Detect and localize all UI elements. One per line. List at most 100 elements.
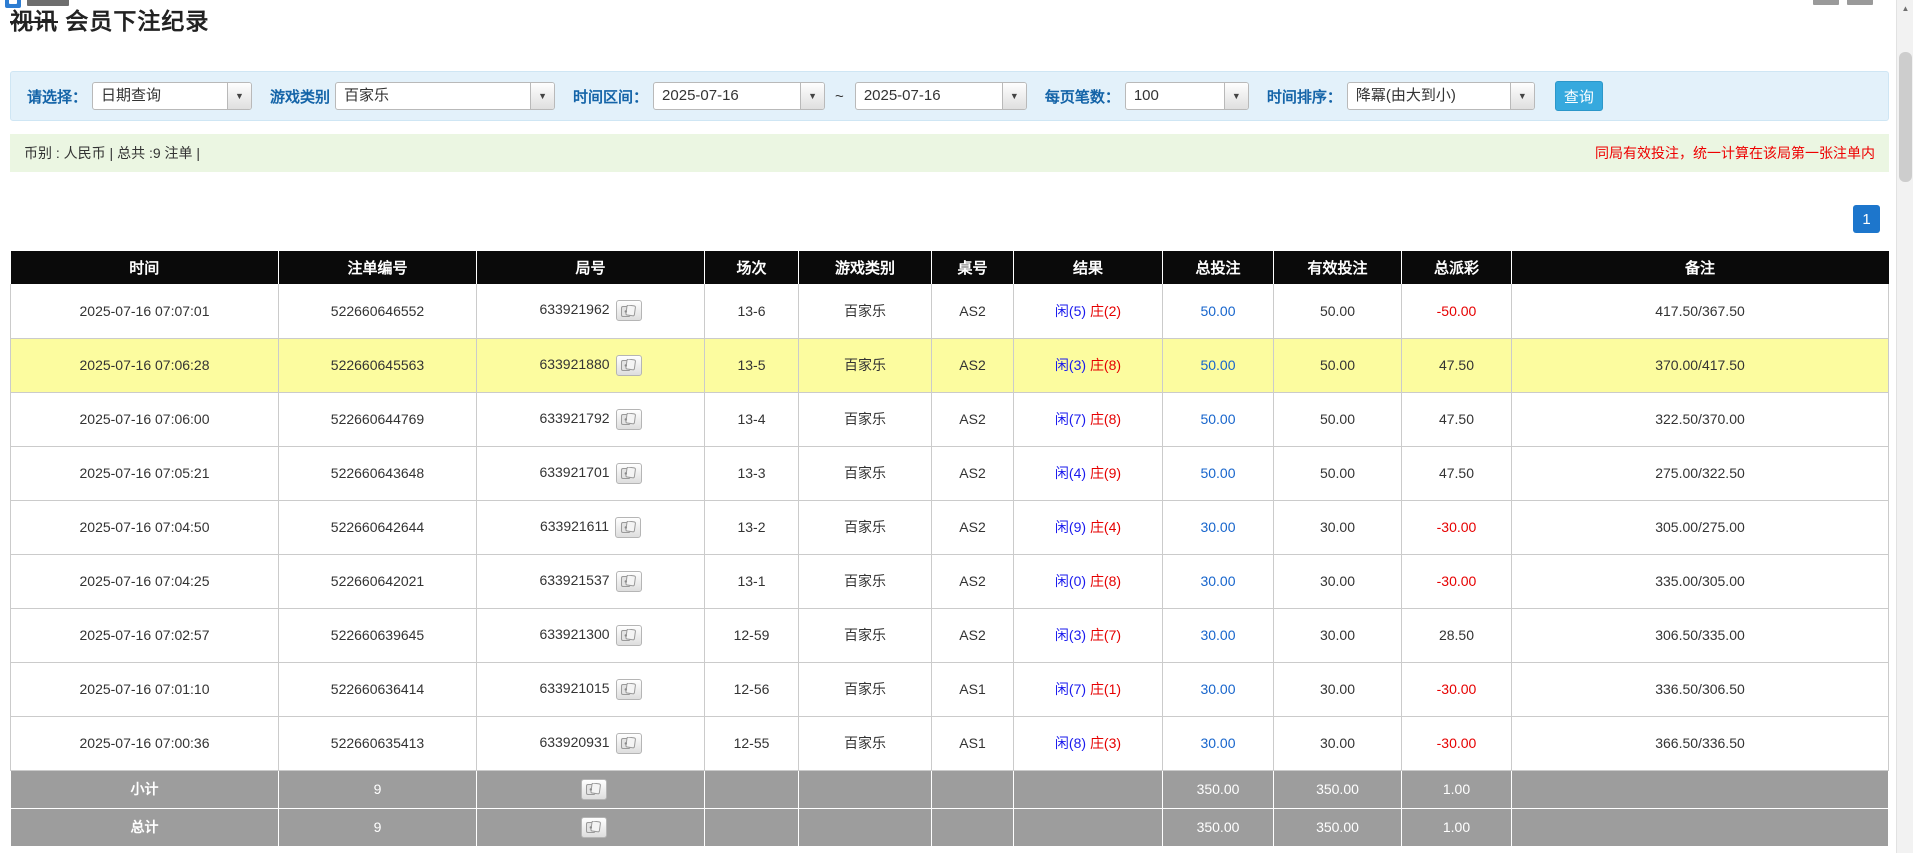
cell-session: 13-4	[705, 392, 799, 446]
cell-round: 633921792	[477, 392, 705, 446]
cell-round: 633921015	[477, 662, 705, 716]
total-bet-link[interactable]: 30.00	[1200, 519, 1235, 535]
cell-bet-id: 522660635413	[279, 716, 477, 770]
clipped-toolbar-fragment	[1813, 0, 1873, 5]
cell-valid-bet: 30.00	[1274, 500, 1402, 554]
total-bet-link[interactable]: 50.00	[1200, 357, 1235, 373]
search-button[interactable]: 查询	[1555, 81, 1603, 111]
date-from-value: 2025-07-16	[654, 83, 800, 109]
cell-time: 2025-07-16 07:04:25	[11, 554, 279, 608]
round-replay-icon[interactable]	[616, 300, 642, 321]
chevron-down-icon[interactable]: ▼	[530, 83, 554, 109]
footer-empty	[1014, 770, 1163, 808]
round-replay-icon[interactable]	[615, 517, 641, 538]
cell-result: 闲(5) 庄(2)	[1014, 284, 1163, 338]
round-replay-icon[interactable]	[616, 571, 642, 592]
scrollbar-thumb[interactable]	[1899, 52, 1912, 182]
cell-payout: -30.00	[1402, 500, 1512, 554]
cell-table-no: AS2	[932, 446, 1014, 500]
cell-round: 633920931	[477, 716, 705, 770]
cell-table-no: AS2	[932, 500, 1014, 554]
round-replay-icon[interactable]	[616, 355, 642, 376]
cell-session: 13-5	[705, 338, 799, 392]
round-replay-icon[interactable]	[581, 779, 607, 800]
bet-record-row: 2025-07-16 07:02:57522660639645633921300…	[11, 608, 1889, 662]
total-bet-link[interactable]: 30.00	[1200, 735, 1235, 751]
total-bet-link[interactable]: 30.00	[1200, 627, 1235, 643]
bet-record-row: 2025-07-16 07:07:01522660646552633921962…	[11, 284, 1889, 338]
vertical-scrollbar[interactable]: ▲	[1896, 0, 1913, 853]
cell-total-bet: 50.00	[1163, 284, 1274, 338]
cell-note: 306.50/335.00	[1512, 608, 1889, 662]
page-title-prefix: 视讯	[10, 8, 58, 34]
bet-record-row: 2025-07-16 07:04:50522660642644633921611…	[11, 500, 1889, 554]
query-type-select[interactable]: 日期查询 ▼	[92, 82, 252, 110]
cell-result: 闲(9) 庄(4)	[1014, 500, 1163, 554]
page-size-select[interactable]: 100 ▼	[1125, 82, 1249, 110]
footer-empty	[1512, 808, 1889, 846]
chevron-down-icon[interactable]: ▼	[800, 83, 824, 109]
scroll-up-arrow-icon[interactable]: ▲	[1897, 0, 1913, 17]
total-bet-link[interactable]: 30.00	[1200, 681, 1235, 697]
cell-result: 闲(7) 庄(8)	[1014, 392, 1163, 446]
total-bet-link[interactable]: 30.00	[1200, 573, 1235, 589]
chevron-down-icon[interactable]: ▼	[1002, 83, 1026, 109]
total-bet-link[interactable]: 50.00	[1200, 303, 1235, 319]
round-replay-icon[interactable]	[616, 733, 642, 754]
cell-valid-bet: 50.00	[1274, 284, 1402, 338]
banker-result: 庄(7)	[1090, 627, 1121, 643]
round-replay-icon[interactable]	[616, 625, 642, 646]
payout-value: -30.00	[1437, 573, 1477, 589]
player-result: 闲(0)	[1055, 573, 1086, 589]
round-replay-icon[interactable]	[616, 409, 642, 430]
chevron-down-icon[interactable]: ▼	[227, 83, 251, 109]
cell-payout: -30.00	[1402, 716, 1512, 770]
cell-note: 322.50/370.00	[1512, 392, 1889, 446]
bet-record-row: 2025-07-16 07:04:25522660642021633921537…	[11, 554, 1889, 608]
cell-time: 2025-07-16 07:05:21	[11, 446, 279, 500]
cell-round: 633921880	[477, 338, 705, 392]
player-result: 闲(5)	[1055, 303, 1086, 319]
round-replay-icon[interactable]	[616, 463, 642, 484]
cell-time: 2025-07-16 07:06:00	[11, 392, 279, 446]
pagination-page-button[interactable]: 1	[1853, 205, 1880, 233]
player-result: 闲(8)	[1055, 735, 1086, 751]
footer-empty	[932, 808, 1014, 846]
total-bet-link[interactable]: 50.00	[1200, 411, 1235, 427]
time-sort-select[interactable]: 降冪(由大到小) ▼	[1347, 82, 1535, 110]
date-from-select[interactable]: 2025-07-16 ▼	[653, 82, 825, 110]
column-header: 游戏类别	[799, 251, 932, 284]
column-header: 注单编号	[279, 251, 477, 284]
cell-table-no: AS2	[932, 284, 1014, 338]
cell-table-no: AS2	[932, 608, 1014, 662]
banker-result: 庄(2)	[1090, 303, 1121, 319]
table-header-row: 时间注单编号局号场次游戏类别桌号结果总投注有效投注总派彩备注	[11, 251, 1889, 284]
round-replay-icon[interactable]	[616, 679, 642, 700]
cell-valid-bet: 30.00	[1274, 716, 1402, 770]
footer-empty	[705, 770, 799, 808]
date-to-value: 2025-07-16	[856, 83, 1002, 109]
cell-time: 2025-07-16 07:04:50	[11, 500, 279, 554]
footer-round	[477, 808, 705, 846]
payout-value: -30.00	[1437, 519, 1477, 535]
cell-time: 2025-07-16 07:07:01	[11, 284, 279, 338]
cell-game-type: 百家乐	[799, 446, 932, 500]
cell-result: 闲(3) 庄(7)	[1014, 608, 1163, 662]
column-header: 时间	[11, 251, 279, 284]
cell-payout: -30.00	[1402, 662, 1512, 716]
total-bet-link[interactable]: 50.00	[1200, 465, 1235, 481]
bet-record-row: 2025-07-16 07:05:21522660643648633921701…	[11, 446, 1889, 500]
date-to-select[interactable]: 2025-07-16 ▼	[855, 82, 1027, 110]
column-header: 总派彩	[1402, 251, 1512, 284]
game-type-select[interactable]: 百家乐 ▼	[335, 82, 555, 110]
round-replay-icon[interactable]	[581, 817, 607, 838]
footer-label: 小计	[11, 770, 279, 808]
chevron-down-icon[interactable]: ▼	[1224, 83, 1248, 109]
cell-valid-bet: 30.00	[1274, 662, 1402, 716]
chevron-down-icon[interactable]: ▼	[1510, 83, 1534, 109]
cell-session: 13-6	[705, 284, 799, 338]
table-footer: 小计9350.00350.001.00总计9350.00350.001.00	[11, 770, 1889, 846]
cell-time: 2025-07-16 07:00:36	[11, 716, 279, 770]
column-header: 备注	[1512, 251, 1889, 284]
time-range-label: 时间区间：	[573, 86, 648, 107]
